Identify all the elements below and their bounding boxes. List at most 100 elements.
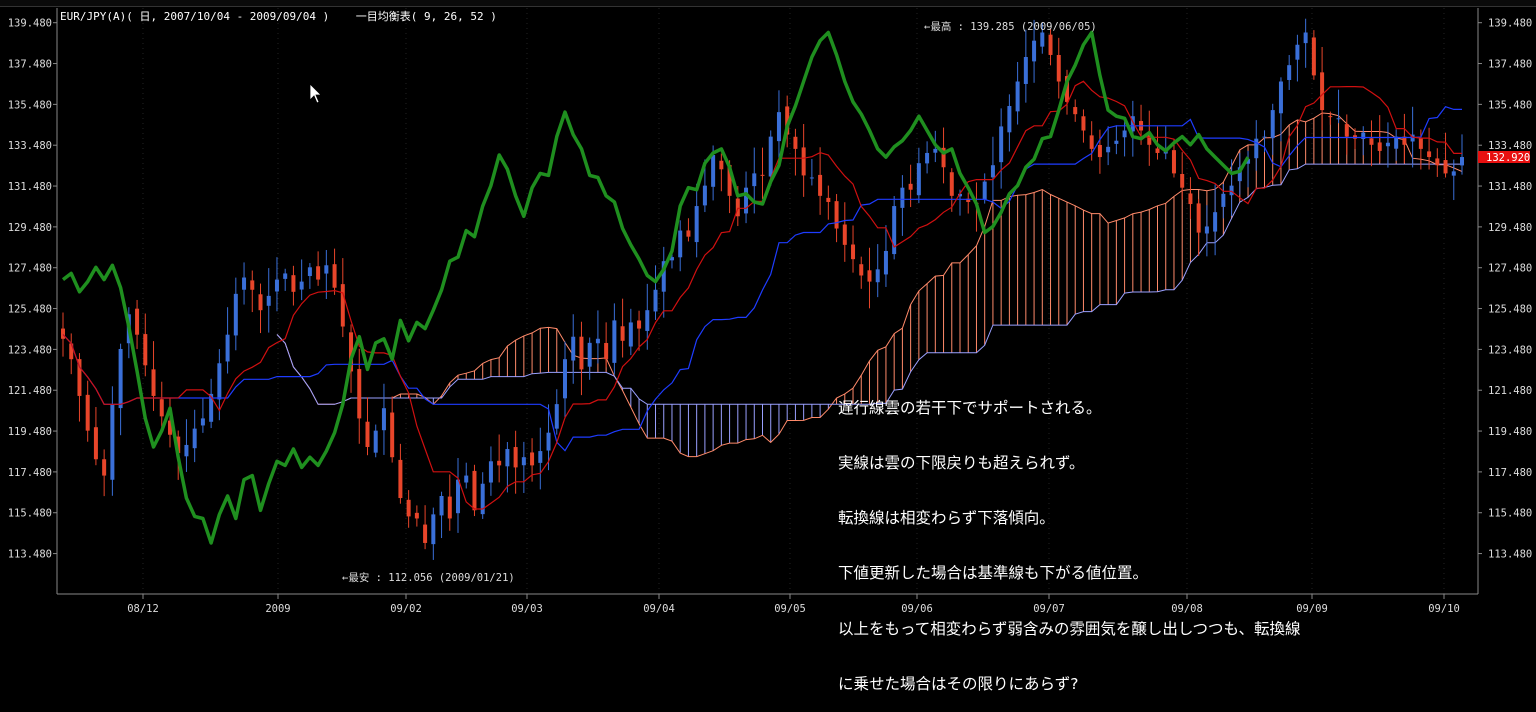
period-text: EUR/JPY(A)( 日, 2007/10/04 - 2009/09/04 ) — [60, 10, 330, 23]
candle-body — [406, 499, 411, 517]
candle-body — [159, 399, 164, 417]
candle-body — [472, 470, 477, 511]
candle-body — [299, 281, 304, 290]
candle-body — [143, 334, 148, 366]
candle-body — [562, 359, 567, 399]
high-annotation: ←最高 : 139.285 (2009/06/05) — [924, 20, 1097, 33]
candle-body — [604, 343, 609, 360]
candle-body — [398, 459, 403, 499]
candle-body — [768, 136, 773, 177]
y-tick-label: 139.480 — [8, 18, 52, 30]
candle-body — [266, 295, 271, 306]
candle-body — [637, 320, 642, 329]
candle-body — [1278, 81, 1283, 114]
candle-body — [982, 181, 987, 200]
candle-body — [151, 369, 156, 396]
candle-body — [653, 289, 658, 312]
candle-body — [628, 322, 633, 347]
candle-body — [233, 293, 238, 336]
candle-body — [93, 427, 98, 460]
candle-body — [225, 334, 230, 362]
x-tick-label: 2009 — [265, 603, 290, 615]
candle-body — [1369, 138, 1374, 145]
candle-body — [447, 496, 452, 519]
y-tick-label: 117.480 — [1488, 467, 1532, 479]
candle-body — [258, 294, 263, 311]
memo-line: 下値更新した場合は基準線も下がる値位置。 — [838, 564, 1149, 583]
candle-body — [949, 172, 954, 196]
y-tick-label: 137.480 — [1488, 59, 1532, 71]
candle-body — [851, 244, 856, 260]
y-tick-label: 113.480 — [1488, 549, 1532, 561]
candle-body — [1196, 203, 1201, 233]
candle-body — [571, 336, 576, 361]
y-tick-label: 139.480 — [1488, 18, 1532, 30]
x-tick-label: 09/10 — [1428, 603, 1460, 615]
y-tick-label: 119.480 — [8, 426, 52, 438]
candle-body — [1418, 137, 1423, 149]
candle-body — [1056, 55, 1061, 82]
candle-body — [1451, 171, 1456, 176]
candle-body — [381, 408, 386, 431]
candle-body — [933, 148, 938, 153]
memo-line: 以上をもって相変わらず弱含みの雰囲気を醸し出しつつも、転換線 — [838, 619, 1301, 638]
candle-body — [102, 459, 107, 476]
candle-body — [694, 206, 699, 243]
candle-body — [842, 224, 847, 245]
y-tick-label: 113.480 — [8, 549, 52, 561]
candle-body — [1089, 135, 1094, 149]
candle-body — [801, 147, 806, 176]
candle-body — [711, 155, 716, 187]
candle-body — [521, 457, 526, 466]
chart-header: EUR/JPY(A)( 日, 2007/10/04 - 2009/09/04 )… — [60, 8, 497, 24]
candle-body — [1204, 226, 1209, 234]
candle-body — [200, 418, 205, 426]
candle-body — [61, 328, 65, 339]
y-tick-label: 129.480 — [1488, 222, 1532, 234]
candle-body — [1328, 116, 1333, 118]
candle-body — [645, 310, 650, 331]
candle-body — [1081, 116, 1086, 131]
candle-body — [1097, 145, 1102, 158]
candle-body — [307, 267, 312, 277]
candle-body — [184, 444, 189, 457]
candle-body — [702, 185, 707, 206]
y-tick-label: 131.480 — [8, 181, 52, 193]
candle-body — [332, 264, 337, 288]
candle-body — [538, 451, 543, 463]
y-tick-label: 127.480 — [8, 263, 52, 275]
candle-body — [340, 284, 345, 327]
candle-body — [809, 177, 814, 179]
candle-body — [431, 514, 436, 545]
candle-body — [776, 112, 781, 142]
y-tick-label: 127.480 — [1488, 263, 1532, 275]
candle-body — [324, 265, 329, 274]
candle-body — [135, 308, 140, 335]
y-tick-label: 131.480 — [1488, 181, 1532, 193]
analysis-memo: 遅行線雲の若干下でサポートされる。 実線は雲の下限戻りも超えられず。 転換線は相… — [838, 362, 1301, 712]
candle-body — [612, 320, 617, 363]
candle-body — [744, 187, 749, 214]
candle-body — [414, 512, 419, 519]
candle-body — [916, 163, 921, 196]
memo-line: 実線は雲の下限戻りも超えられず。 — [838, 454, 1085, 473]
candle-body — [423, 524, 428, 543]
ichimoku-chart[interactable]: 139.480 139.480 137.480 137.480 135.480 135.4… — [0, 0, 1536, 622]
candle-body — [456, 479, 461, 514]
y-tick-label: 117.480 — [8, 467, 52, 479]
candle-body — [192, 428, 197, 449]
y-tick-label: 137.480 — [8, 59, 52, 71]
candle-body — [719, 160, 724, 170]
candle-body — [686, 230, 691, 237]
candle-body — [1460, 157, 1464, 166]
candle-body — [826, 197, 831, 202]
candle-body — [595, 338, 600, 344]
memo-line: 遅行線雲の若干下でサポートされる。 — [838, 398, 1102, 417]
y-tick-label: 115.480 — [1488, 508, 1532, 520]
y-tick-label: 135.480 — [1488, 99, 1532, 111]
candle-body — [752, 173, 757, 187]
current-price-label: 132.920 — [1486, 152, 1530, 164]
y-tick-label: 121.480 — [1488, 385, 1532, 397]
x-tick-label: 09/09 — [1296, 603, 1328, 615]
candle-body — [1015, 81, 1020, 112]
